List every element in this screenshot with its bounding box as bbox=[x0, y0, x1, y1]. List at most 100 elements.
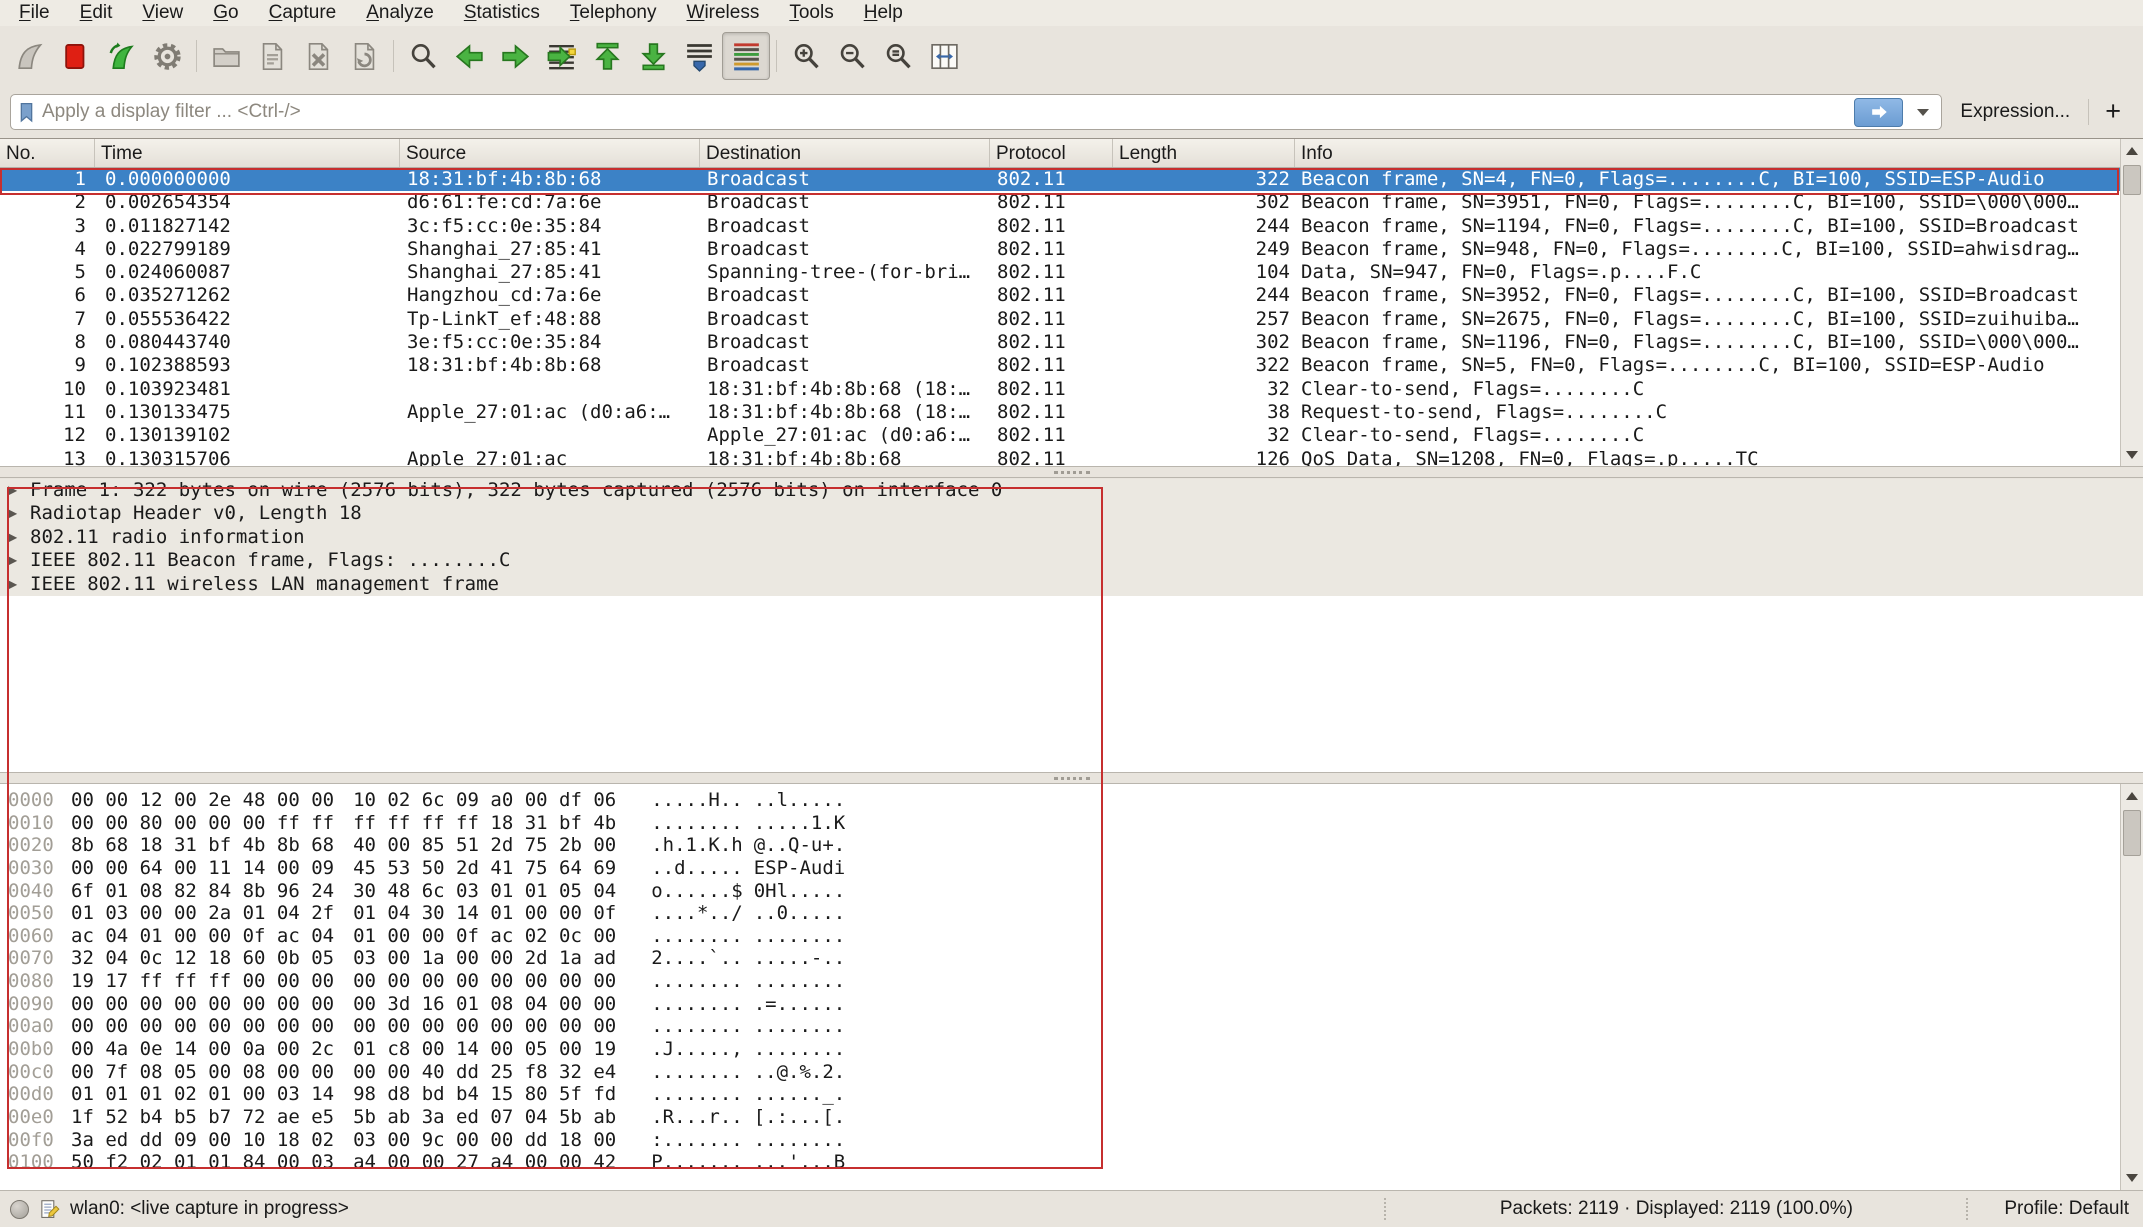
hex-scrollbar[interactable] bbox=[2120, 784, 2143, 1190]
packet-row[interactable]: 11 0.130133475 Apple_27:01:ac (d0:a6:… 1… bbox=[0, 401, 2121, 424]
detail-tree-row[interactable]: ▶IEEE 802.11 Beacon frame, Flags: ......… bbox=[0, 549, 2143, 572]
expand-arrow-icon[interactable]: ▶ bbox=[8, 526, 24, 549]
packet-row[interactable]: 5 0.024060087 Shanghai_27:85:41 Spanning… bbox=[0, 261, 2121, 284]
detail-tree-row[interactable]: ▶Frame 1: 322 bytes on wire (2576 bits),… bbox=[0, 479, 2143, 502]
hex-row[interactable]: 0010 00 00 80 00 00 00 ff ff ff ff ff ff… bbox=[0, 812, 2121, 835]
menu-item[interactable]: Edit bbox=[65, 2, 128, 24]
zoom-in-button[interactable] bbox=[783, 33, 829, 79]
pane-splitter-lower[interactable] bbox=[0, 772, 2143, 784]
packet-list-scrollbar[interactable] bbox=[2120, 139, 2143, 467]
hex-row[interactable]: 0070 32 04 0c 12 18 60 0b 05 03 00 1a 00… bbox=[0, 947, 2121, 970]
column-header-length[interactable]: Length bbox=[1113, 139, 1295, 167]
save-file-button[interactable] bbox=[249, 33, 295, 79]
expert-info-icon[interactable] bbox=[10, 1200, 29, 1219]
add-filter-button[interactable]: + bbox=[2099, 96, 2133, 129]
menu-item[interactable]: Wireless bbox=[672, 2, 775, 24]
hex-row[interactable]: 0050 01 03 00 00 2a 01 04 2f 01 04 30 14… bbox=[0, 902, 2121, 925]
expression-button[interactable]: Expression... bbox=[1952, 101, 2078, 123]
next-packet-button[interactable] bbox=[492, 33, 538, 79]
hex-row[interactable]: 0000 00 00 12 00 2e 48 00 00 10 02 6c 09… bbox=[0, 789, 2121, 812]
previous-packet-button[interactable] bbox=[446, 33, 492, 79]
hex-row[interactable]: 0030 00 00 64 00 11 14 00 09 45 53 50 2d… bbox=[0, 857, 2121, 880]
hex-row[interactable]: 0020 8b 68 18 31 bf 4b 8b 68 40 00 85 51… bbox=[0, 834, 2121, 857]
column-header-info[interactable]: Info bbox=[1295, 139, 2121, 167]
scroll-up-button[interactable] bbox=[2121, 139, 2143, 163]
scroll-down-button[interactable] bbox=[2121, 1166, 2143, 1190]
menu-item[interactable]: Capture bbox=[254, 2, 352, 24]
expand-arrow-icon[interactable]: ▶ bbox=[8, 549, 24, 572]
hex-row[interactable]: 00f0 3a ed dd 09 00 10 18 02 03 00 9c 00… bbox=[0, 1129, 2121, 1152]
close-file-button[interactable] bbox=[295, 33, 341, 79]
menu-item[interactable]: Telephony bbox=[555, 2, 672, 24]
capture-options-button[interactable] bbox=[144, 33, 190, 79]
ascii-1: P....... bbox=[651, 1151, 743, 1174]
column-header-no[interactable]: No. bbox=[0, 139, 95, 167]
packet-row[interactable]: 2 0.002654354 d6:61:fe:cd:7a:6e Broadcas… bbox=[0, 191, 2121, 214]
filterbar-divider bbox=[2088, 99, 2089, 125]
restart-capture-button[interactable] bbox=[98, 33, 144, 79]
hex-row[interactable]: 0090 00 00 00 00 00 00 00 00 00 3d 16 01… bbox=[0, 993, 2121, 1016]
resize-columns-button[interactable] bbox=[921, 33, 967, 79]
packet-row[interactable]: 7 0.055536422 Tp-LinkT_ef:48:88 Broadcas… bbox=[0, 308, 2121, 331]
packet-row[interactable]: 4 0.022799189 Shanghai_27:85:41 Broadcas… bbox=[0, 238, 2121, 261]
hex-row[interactable]: 00c0 00 7f 08 05 00 08 00 00 00 00 40 dd… bbox=[0, 1061, 2121, 1084]
expand-arrow-icon[interactable]: ▶ bbox=[8, 502, 24, 525]
scrollbar-thumb[interactable] bbox=[2123, 810, 2141, 856]
packet-row[interactable]: 3 0.011827142 3c:f5:cc:0e:35:84 Broadcas… bbox=[0, 215, 2121, 238]
colorize-button[interactable] bbox=[722, 32, 770, 80]
hex-offset: 0050 bbox=[8, 902, 56, 925]
find-packet-button[interactable] bbox=[400, 33, 446, 79]
packet-row[interactable]: 1 0.000000000 18:31:bf:4b:8b:68 Broadcas… bbox=[0, 168, 2121, 191]
hex-row[interactable]: 0060 ac 04 01 00 00 0f ac 04 01 00 00 0f… bbox=[0, 925, 2121, 948]
menu-item[interactable]: Analyze bbox=[351, 2, 449, 24]
column-header-time[interactable]: Time bbox=[95, 139, 400, 167]
scroll-up-button[interactable] bbox=[2121, 784, 2143, 808]
apply-filter-button[interactable] bbox=[1854, 98, 1903, 127]
hex-row[interactable]: 00a0 00 00 00 00 00 00 00 00 00 00 00 00… bbox=[0, 1015, 2121, 1038]
packet-row[interactable]: 8 0.080443740 3e:f5:cc:0e:35:84 Broadcas… bbox=[0, 331, 2121, 354]
hex-row[interactable]: 00e0 1f 52 b4 b5 b7 72 ae e5 5b ab 3a ed… bbox=[0, 1106, 2121, 1129]
start-capture-button[interactable] bbox=[6, 33, 52, 79]
capture-file-icon[interactable] bbox=[39, 1199, 60, 1220]
expand-arrow-icon[interactable]: ▶ bbox=[8, 573, 24, 596]
detail-tree-row[interactable]: ▶802.11 radio information bbox=[0, 526, 2143, 549]
scroll-down-button[interactable] bbox=[2121, 443, 2143, 467]
hex-row[interactable]: 0040 6f 01 08 82 84 8b 96 24 30 48 6c 03… bbox=[0, 880, 2121, 903]
detail-tree-row[interactable]: ▶Radiotap Header v0, Length 18 bbox=[0, 502, 2143, 525]
menu-item[interactable]: Tools bbox=[774, 2, 848, 24]
pane-splitter-upper[interactable] bbox=[0, 466, 2143, 478]
first-packet-button[interactable] bbox=[584, 33, 630, 79]
packet-row[interactable]: 6 0.035271262 Hangzhou_cd:7a:6e Broadcas… bbox=[0, 284, 2121, 307]
hex-row[interactable]: 0080 19 17 ff ff ff 00 00 00 00 00 00 00… bbox=[0, 970, 2121, 993]
filter-dropdown-caret[interactable] bbox=[1917, 109, 1929, 116]
reload-file-button[interactable] bbox=[341, 33, 387, 79]
menu-item[interactable]: File bbox=[4, 2, 65, 24]
auto-scroll-button[interactable] bbox=[676, 33, 722, 79]
profile-button[interactable]: Profile: Default bbox=[1978, 1198, 2133, 1220]
expand-arrow-icon[interactable]: ▶ bbox=[8, 479, 24, 502]
menu-item[interactable]: View bbox=[127, 2, 198, 24]
go-to-packet-button[interactable] bbox=[538, 33, 584, 79]
menu-item[interactable]: Help bbox=[849, 2, 918, 24]
detail-tree-row[interactable]: ▶IEEE 802.11 wireless LAN management fra… bbox=[0, 573, 2143, 596]
zoom-out-button[interactable] bbox=[829, 33, 875, 79]
last-packet-button[interactable] bbox=[630, 33, 676, 79]
hex-row[interactable]: 00b0 00 4a 0e 14 00 0a 00 2c 01 c8 00 14… bbox=[0, 1038, 2121, 1061]
column-header-protocol[interactable]: Protocol bbox=[990, 139, 1113, 167]
display-filter-input[interactable]: Apply a display filter ... <Ctrl-/> bbox=[10, 94, 1942, 130]
stop-capture-button[interactable] bbox=[52, 33, 98, 79]
packet-row[interactable]: 10 0.103923481 18:31:bf:4b:8b:68 (18:… 8… bbox=[0, 378, 2121, 401]
scrollbar-thumb[interactable] bbox=[2123, 165, 2141, 195]
menu-item[interactable]: Go bbox=[198, 2, 253, 24]
zoom-original-button[interactable] bbox=[875, 33, 921, 79]
menu-item[interactable]: Statistics bbox=[449, 2, 555, 24]
packet-row[interactable]: 9 0.102388593 18:31:bf:4b:8b:68 Broadcas… bbox=[0, 354, 2121, 377]
hex-row[interactable]: 0100 50 f2 02 01 01 84 00 03 a4 00 00 27… bbox=[0, 1151, 2121, 1174]
packet-row[interactable]: 13 0.130315706 Apple_27:01:ac 18:31:bf:4… bbox=[0, 448, 2121, 467]
column-header-source[interactable]: Source bbox=[400, 139, 700, 167]
hex-row[interactable]: 00d0 01 01 01 02 01 00 03 14 98 d8 bd b4… bbox=[0, 1083, 2121, 1106]
filter-bookmark-icon[interactable] bbox=[19, 102, 34, 123]
open-file-button[interactable] bbox=[203, 33, 249, 79]
column-header-destination[interactable]: Destination bbox=[700, 139, 990, 167]
packet-row[interactable]: 12 0.130139102 Apple_27:01:ac (d0:a6:… 8… bbox=[0, 424, 2121, 447]
